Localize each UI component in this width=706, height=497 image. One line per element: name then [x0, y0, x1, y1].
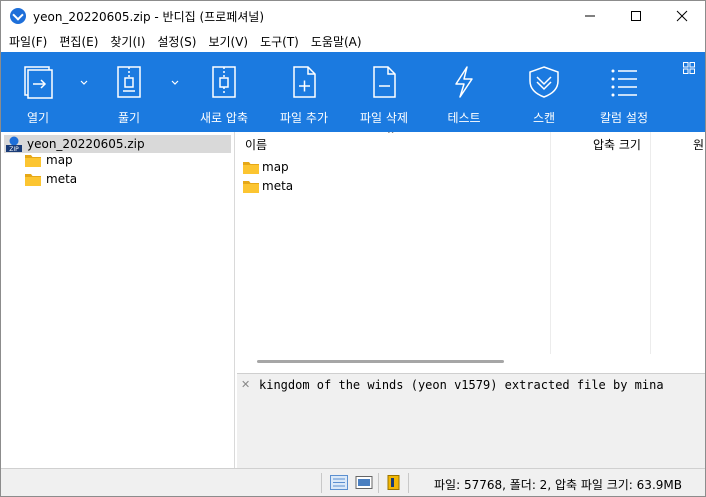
column-divider[interactable] [550, 132, 551, 354]
title-bar[interactable]: yeon_20220605.zip - 반디집 (프로페셔널) [1, 1, 705, 31]
minimize-button[interactable] [567, 1, 613, 31]
menu-tools[interactable]: 도구(T) [254, 33, 305, 50]
archive-comment: kingdom of the winds (yeon v1579) extrac… [259, 378, 664, 392]
delete-file-icon [373, 66, 396, 98]
tree-item-label: map [46, 153, 73, 167]
column-settings-label: 칼럼 설정 [600, 111, 648, 125]
new-archive-icon [212, 66, 236, 98]
test-button[interactable]: 테스트 [433, 52, 495, 132]
open-archive-icon [24, 66, 53, 99]
column-header-original[interactable]: 원 [693, 132, 704, 156]
tree-item-label: meta [46, 172, 78, 186]
test-label: 테스트 [447, 111, 481, 125]
list-row-map[interactable]: map [243, 158, 289, 176]
status-divider [321, 473, 322, 493]
list-row-label: meta [262, 179, 294, 193]
add-file-icon [293, 66, 316, 98]
extract-label: 풀기 [117, 111, 141, 125]
preview-view-icon[interactable] [355, 475, 373, 490]
status-summary: 파일: 57768, 폴더: 2, 압축 파일 크기: 63.9MB [434, 478, 682, 492]
tree-root-label: yeon_20220605.zip [27, 137, 145, 151]
folder-tree: ZIP yeon_20220605.zip map meta [1, 132, 235, 468]
delete-file-label: 파일 삭제 [360, 111, 408, 125]
folder-icon [25, 154, 41, 167]
zip-file-icon: ZIP [6, 136, 22, 152]
folder-icon [243, 161, 259, 174]
close-comment-icon[interactable]: ✕ [241, 378, 250, 391]
folder-icon [25, 173, 41, 186]
svg-text:ZIP: ZIP [9, 146, 19, 152]
minimize-icon [585, 15, 595, 17]
menu-bar: 파일(F) 편집(E) 찾기(I) 설정(S) 보기(V) 도구(T) 도움말(… [1, 31, 705, 52]
scan-button[interactable]: 스캔 [513, 52, 575, 132]
menu-edit[interactable]: 편집(E) [53, 33, 104, 50]
add-file-button[interactable]: 파일 추가 [273, 52, 335, 132]
menu-settings[interactable]: 설정(S) [151, 33, 202, 50]
column-divider[interactable] [650, 132, 651, 354]
open-label: 열기 [26, 111, 50, 125]
layout-grid-icon[interactable] [683, 62, 695, 74]
maximize-icon [631, 11, 641, 21]
tree-item-map[interactable]: map [25, 151, 73, 169]
file-list: ^ 이름 압축 크기 원 map meta [237, 132, 705, 373]
list-row-meta[interactable]: meta [243, 177, 293, 195]
open-dropdown-icon[interactable] [79, 78, 89, 88]
status-divider [378, 473, 379, 493]
list-row-label: map [262, 160, 289, 174]
lightning-icon [455, 66, 473, 98]
extract-icon [117, 66, 141, 98]
add-file-label: 파일 추가 [280, 111, 328, 125]
new-archive-button[interactable]: 새로 압축 [193, 52, 255, 132]
menu-view[interactable]: 보기(V) [202, 33, 254, 50]
extract-button[interactable]: 풀기 [98, 52, 160, 132]
archive-info-icon[interactable] [385, 475, 403, 490]
menu-find[interactable]: 찾기(I) [104, 33, 151, 50]
menu-file[interactable]: 파일(F) [3, 33, 53, 50]
status-bar: 파일: 57768, 폴더: 2, 압축 파일 크기: 63.9MB [1, 468, 705, 496]
folder-icon [243, 180, 259, 193]
archive-comment-pane: ✕ kingdom of the winds (yeon v1579) extr… [237, 373, 705, 468]
menu-help[interactable]: 도움말(A) [305, 33, 368, 50]
toolbar: 열기 풀기 새로 압축 파일 추가 파일 삭제 테스트 스캔 칼럼 설정 [1, 52, 705, 132]
column-header-packed-size[interactable]: 압축 크기 [593, 132, 641, 156]
column-header-name[interactable]: 이름 [245, 132, 267, 156]
close-button[interactable] [659, 1, 705, 31]
details-view-icon[interactable] [330, 475, 348, 490]
open-button[interactable]: 열기 [7, 52, 69, 132]
delete-file-button[interactable]: 파일 삭제 [353, 52, 415, 132]
app-window: yeon_20220605.zip - 반디집 (프로페셔널) 파일(F) 편집… [0, 0, 706, 497]
tree-item-meta[interactable]: meta [25, 170, 77, 188]
status-divider [408, 473, 409, 493]
list-icon [611, 69, 637, 97]
horizontal-scrollbar[interactable] [257, 360, 504, 363]
maximize-button[interactable] [613, 1, 659, 31]
window-title: yeon_20220605.zip - 반디집 (프로페셔널) [33, 10, 265, 24]
new-archive-label: 새로 압축 [200, 111, 248, 125]
close-icon [676, 10, 688, 22]
scan-label: 스캔 [532, 111, 556, 125]
sort-ascending-icon: ^ [387, 132, 395, 140]
column-settings-button[interactable]: 칼럼 설정 [593, 52, 655, 132]
bandizip-app-icon[interactable] [10, 8, 26, 24]
extract-dropdown-icon[interactable] [170, 78, 180, 88]
shield-icon [529, 66, 559, 98]
